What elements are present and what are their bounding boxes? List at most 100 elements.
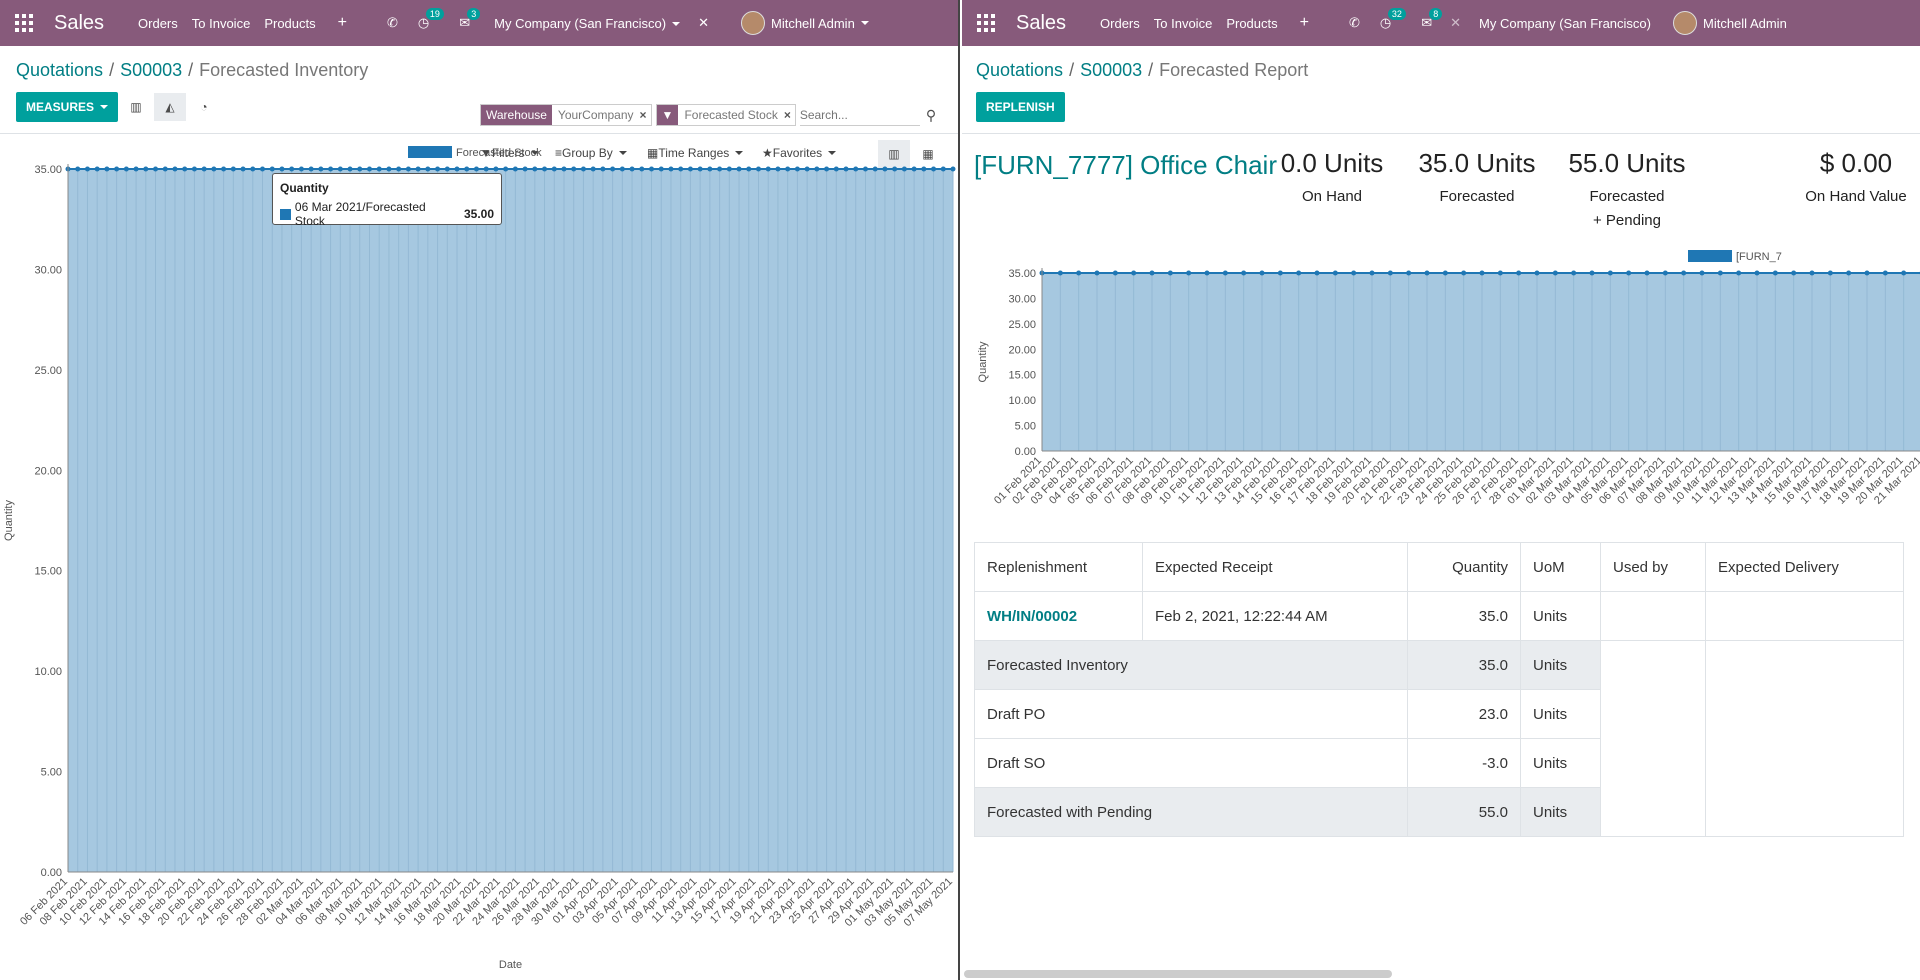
filter-funnel-icon: ▼ [656, 105, 679, 125]
data-point [1754, 270, 1760, 276]
data-point [1461, 270, 1467, 276]
search-facets: Warehouse YourCompany × ▼ Forecasted Stock ×… [480, 104, 936, 126]
legend-label: [FURN_7 [1736, 251, 1782, 263]
data-point [1186, 270, 1192, 276]
data-point [366, 166, 372, 172]
kpi-value-label: On Hand Value [1805, 188, 1907, 205]
remove-facet-icon[interactable]: × [640, 108, 651, 122]
data-point [843, 166, 849, 172]
search-icon[interactable]: ⚲ [926, 107, 936, 124]
data-point [347, 166, 353, 172]
data-point [337, 166, 343, 172]
activity-clock-icon[interactable]: ◷ 19 [418, 8, 444, 31]
phone-icon[interactable]: ✆ [1349, 15, 1360, 31]
data-point [444, 166, 450, 172]
data-point [892, 166, 898, 172]
data-point [590, 166, 596, 172]
breadcrumb-quotations[interactable]: Quotations [976, 60, 1063, 80]
user-menu[interactable]: Mitchell Admin [740, 11, 869, 35]
menu-to-invoice[interactable]: To Invoice [1154, 16, 1213, 31]
bar-chart-icon[interactable]: ▥ [120, 93, 152, 121]
col-expected-receipt: Expected Receipt [1142, 542, 1408, 592]
menu-to-invoice[interactable]: To Invoice [192, 16, 251, 31]
data-point [1149, 270, 1155, 276]
data-point [425, 166, 431, 172]
y-tick-label: 25.00 [1008, 319, 1036, 331]
data-point [1241, 270, 1247, 276]
menu-orders[interactable]: Orders [138, 16, 178, 31]
replenish-button[interactable]: REPLENISH [976, 92, 1065, 122]
activity-badge: 32 [1387, 8, 1406, 20]
data-point [464, 166, 470, 172]
data-point [668, 166, 674, 172]
phone-icon[interactable]: ✆ [387, 15, 398, 31]
search-input[interactable] [799, 104, 920, 126]
app-grid-icon[interactable] [962, 0, 1010, 46]
data-point [1882, 270, 1888, 276]
remove-facet-icon[interactable]: × [784, 108, 795, 122]
data-point [318, 166, 324, 172]
data-point [1442, 270, 1448, 276]
data-point [1699, 270, 1705, 276]
measures-button[interactable]: MEASURES [16, 92, 119, 122]
data-point [522, 166, 528, 172]
breadcrumb-quotations[interactable]: Quotations [16, 60, 103, 80]
menu-orders[interactable]: Orders [1100, 16, 1140, 31]
area-chart-icon[interactable]: ◭ [154, 93, 186, 121]
debug-tools-icon[interactable]: ✕ [1450, 15, 1461, 31]
horizontal-scrollbar[interactable] [964, 970, 1392, 978]
menu-products[interactable]: Products [1226, 16, 1277, 31]
data-point [619, 166, 625, 172]
data-point [765, 166, 771, 172]
data-point [191, 166, 197, 172]
data-point [814, 166, 820, 172]
table-header: Replenishment Expected Receipt Quantity … [974, 542, 1904, 592]
breadcrumb-order[interactable]: S00003 [120, 60, 182, 80]
receipt-link[interactable]: WH/IN/00002 [987, 608, 1077, 625]
data-point [862, 166, 868, 172]
tooltip-value: 35.00 [463, 207, 494, 221]
data-point [483, 166, 489, 172]
company-name[interactable]: My Company (San Francisco) [1479, 16, 1651, 31]
data-point [269, 166, 275, 172]
tooltip-title: Quantity [280, 181, 329, 195]
data-point [1369, 270, 1375, 276]
activity-clock-icon[interactable]: ◷ 32 [1380, 8, 1406, 31]
app-grid-icon[interactable] [0, 0, 48, 46]
user-menu[interactable]: Mitchell Admin [1672, 11, 1787, 35]
pie-chart-icon[interactable]: ◔ [188, 93, 220, 121]
data-point [357, 166, 363, 172]
breadcrumb-order[interactable]: S00003 [1080, 60, 1142, 80]
data-point [473, 166, 479, 172]
debug-tools-icon[interactable]: ✕ [698, 15, 709, 31]
data-point [940, 166, 946, 172]
product-title[interactable]: [FURN_7777] Office Chair [974, 150, 1277, 181]
data-point [707, 166, 713, 172]
left-pane: Sales Orders To Invoice Products + ✆ ◷ 19… [0, 0, 960, 980]
plus-icon[interactable]: + [1300, 14, 1309, 32]
control-panel: Quotations / S00003/Forecasted Report REPL… [962, 46, 1920, 134]
data-point [1681, 270, 1687, 276]
y-tick-label: 20.00 [34, 465, 62, 477]
messages-icon[interactable]: ✉ 3 [459, 8, 481, 31]
company-switcher[interactable]: My Company (San Francisco) [494, 16, 681, 31]
messages-icon[interactable]: ✉ 8 [1421, 8, 1443, 31]
y-tick-label: 20.00 [1008, 344, 1036, 356]
data-point [396, 166, 402, 172]
y-tick-label: 30.00 [34, 264, 62, 276]
messages-badge: 8 [1429, 8, 1443, 20]
data-point [1571, 270, 1577, 276]
facet-warehouse-value: YourCompany [557, 108, 634, 122]
data-point [1809, 270, 1815, 276]
facet-warehouse: Warehouse YourCompany × [480, 104, 652, 126]
data-point [1662, 270, 1668, 276]
data-point [415, 166, 421, 172]
menu-products[interactable]: Products [264, 16, 315, 31]
app-brand[interactable]: Sales [1016, 12, 1066, 35]
app-brand[interactable]: Sales [54, 12, 104, 35]
kpi-on-hand-label: On Hand [1301, 188, 1363, 205]
receipt-qty: 35.0 [1407, 591, 1521, 641]
table-row: Forecasted Inventory 35.0 Units [974, 640, 1904, 837]
y-tick-label: 30.00 [1008, 293, 1036, 305]
plus-icon[interactable]: + [338, 14, 347, 32]
